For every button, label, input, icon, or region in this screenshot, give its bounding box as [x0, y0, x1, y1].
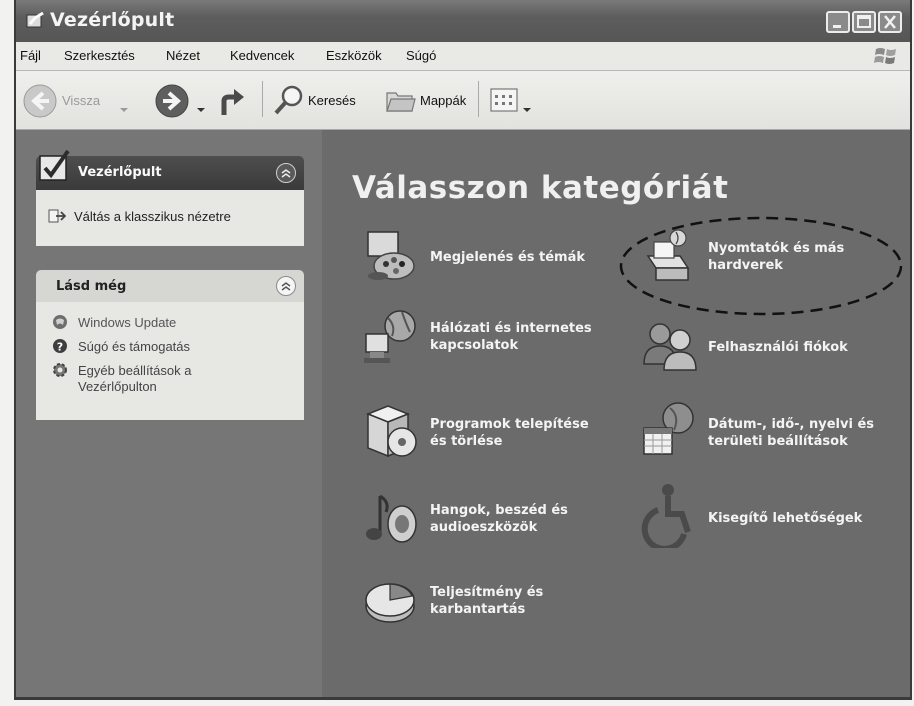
toolbar-separator [262, 81, 263, 117]
category-performance-and-maintenance[interactable]: Teljesítmény és karbantartás [362, 570, 622, 634]
category-network-and-internet[interactable]: Hálózati és internetes kapcsolatok [362, 308, 622, 368]
forward-arrow-icon[interactable] [154, 83, 190, 119]
folders-button-label[interactable]: Mappák [420, 93, 466, 108]
see-also-box-title: Lásd még [56, 279, 127, 294]
toolbar-separator [478, 81, 479, 117]
add-remove-programs-icon [362, 400, 420, 458]
network-icon [362, 308, 420, 366]
switch-view-icon [48, 208, 67, 224]
category-date-time-language[interactable]: Dátum-, idő-, nyelvi és területi beállít… [640, 400, 910, 464]
see-also-box-header[interactable]: Lásd még [36, 270, 304, 302]
see-also-box-body: Windows Update ? Súgó és támogatás Egyéb… [36, 302, 304, 420]
category-label-line2: kapcsolatok [430, 338, 519, 353]
search-icon[interactable] [272, 83, 306, 117]
category-label: Hangok, beszéd és [430, 503, 568, 518]
sounds-icon [362, 488, 420, 546]
control-panel-box-body: Váltás a klasszikus nézetre [36, 190, 304, 246]
close-icon [884, 15, 896, 29]
windows-update-icon [52, 314, 68, 330]
other-settings-link[interactable]: Egyéb beállítások a [78, 363, 191, 378]
title-bar[interactable]: Vezérlőpult [16, 0, 910, 42]
close-button[interactable] [878, 11, 902, 33]
collapse-see-also-button[interactable] [276, 276, 296, 296]
accessibility-icon [640, 482, 698, 552]
back-dropdown-icon[interactable] [119, 98, 129, 112]
forward-dropdown-icon[interactable] [196, 98, 206, 112]
category-add-remove-programs[interactable]: Programok telepítése és törlése [362, 400, 622, 464]
category-label-line2: területi beállítások [708, 434, 848, 449]
appearance-icon [362, 228, 420, 286]
category-label: Dátum-, idő-, nyelvi és [708, 417, 875, 432]
collapse-control-panel-button[interactable] [276, 163, 296, 183]
category-label-line2: audioeszközök [430, 520, 538, 535]
chevron-up-icon [281, 282, 291, 291]
minimize-icon [833, 25, 841, 28]
category-label: Felhasználói fiókok [708, 340, 848, 355]
minimize-button[interactable] [826, 11, 850, 33]
maximize-button[interactable] [852, 11, 876, 33]
category-appearance-and-themes[interactable]: Megjelenés és témák [362, 228, 622, 288]
help-icon: ? [52, 338, 68, 354]
category-label: Megjelenés és témák [430, 250, 586, 265]
menu-help[interactable]: Súgó [406, 48, 436, 63]
control-panel-box-title: Vezérlőpult [78, 165, 162, 180]
control-panel-window: Vezérlőpult Fájl Szerkesztés Nézet Kedve… [14, 0, 912, 700]
control-panel-icon [26, 11, 46, 30]
folders-icon[interactable] [384, 85, 418, 115]
category-pane: Válasszon kategóriát Megjelenés és témák [322, 130, 910, 697]
user-accounts-icon [640, 318, 698, 376]
maximize-icon [857, 15, 871, 28]
printer-icon [640, 228, 698, 286]
control-panel-box-header[interactable]: Vezérlőpult [36, 149, 304, 190]
views-dropdown-icon[interactable] [522, 98, 532, 112]
menu-file[interactable]: Fájl [20, 48, 41, 63]
windows-update-link[interactable]: Windows Update [78, 315, 176, 330]
search-button-label[interactable]: Keresés [308, 93, 356, 108]
up-folder-icon[interactable] [220, 81, 254, 119]
windows-logo-icon [872, 45, 900, 67]
category-sounds-speech-audio[interactable]: Hangok, beszéd és audioeszközök [362, 488, 622, 552]
category-label: Teljesítmény és [430, 585, 544, 600]
category-label-line2: hardverek [708, 258, 783, 273]
menu-tools[interactable]: Eszközök [326, 48, 382, 63]
category-label: Kisegítő lehetőségek [708, 511, 863, 526]
category-printers-and-hardware[interactable]: Nyomtatók és más hardverek [640, 228, 900, 288]
category-accessibility-options[interactable]: Kisegítő lehetőségek [640, 482, 900, 552]
category-user-accounts[interactable]: Felhasználói fiókok [640, 318, 900, 378]
menu-favorites[interactable]: Kedvencek [230, 48, 294, 63]
menu-view[interactable]: Nézet [166, 48, 200, 63]
switch-to-classic-view-link[interactable]: Váltás a klasszikus nézetre [74, 209, 231, 224]
category-label: Hálózati és internetes [430, 321, 592, 336]
category-label-line2: és törlése [430, 434, 503, 449]
date-time-icon [640, 400, 698, 458]
menu-edit[interactable]: Szerkesztés [64, 48, 135, 63]
help-and-support-link[interactable]: Súgó és támogatás [78, 339, 190, 354]
chevron-up-icon [281, 169, 291, 178]
other-settings-link-line2[interactable]: Vezérlőpulton [78, 379, 157, 394]
window-title: Vezérlőpult [50, 9, 175, 31]
category-label: Programok telepítése [430, 417, 589, 432]
back-button-label[interactable]: Vissza [62, 93, 100, 108]
toolbar: Vissza Keresés Mappák [16, 71, 910, 130]
control-panel-check-icon [38, 148, 72, 184]
svg-text:?: ? [57, 341, 63, 354]
page-title: Válasszon kategóriát [352, 170, 729, 206]
left-task-pane: Vezérlőpult Váltás a klasszikus nézetre … [16, 130, 322, 697]
category-label: Nyomtatók és más [708, 241, 845, 256]
category-label-line2: karbantartás [430, 602, 526, 617]
views-icon[interactable] [490, 87, 518, 113]
menu-bar: Fájl Szerkesztés Nézet Kedvencek Eszközö… [16, 42, 910, 71]
performance-icon [362, 570, 420, 628]
settings-gear-icon [52, 362, 68, 378]
back-arrow-icon[interactable] [22, 83, 58, 119]
